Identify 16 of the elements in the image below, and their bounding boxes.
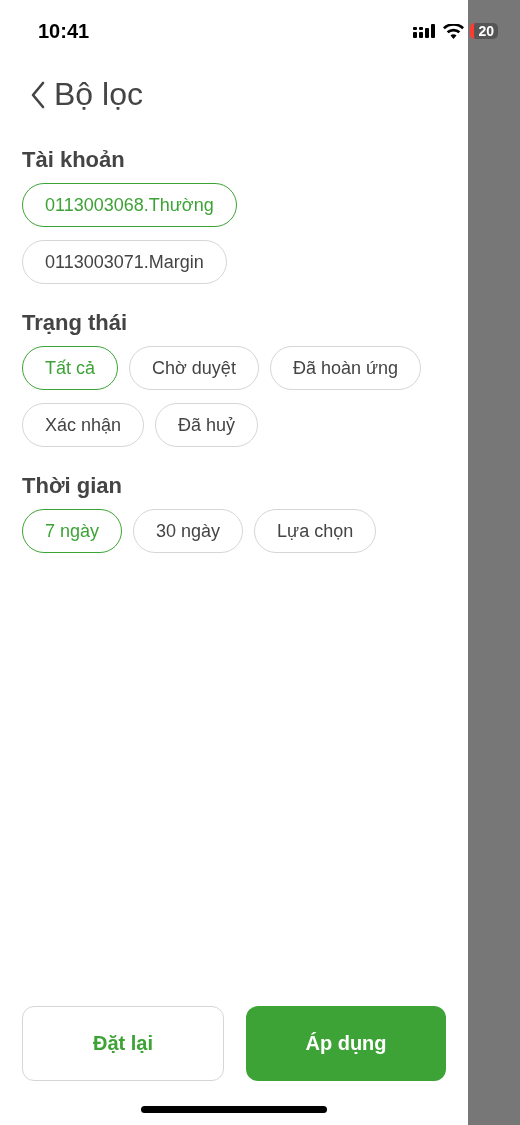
filter-chip[interactable]: Lựa chọn bbox=[254, 509, 377, 553]
section-title: Thời gian bbox=[22, 473, 123, 499]
filter-chip[interactable]: Xác nhận bbox=[22, 403, 145, 447]
battery-icon: 20 bbox=[470, 23, 498, 39]
filter-chip[interactable]: 0113003071.Margin bbox=[22, 240, 227, 284]
filter-chip[interactable]: Đã hoàn ứng bbox=[269, 346, 422, 390]
page-title: Bộ lọc bbox=[54, 76, 143, 113]
filter-chip[interactable]: Đã huỷ bbox=[155, 403, 259, 447]
signal-icon bbox=[413, 24, 438, 38]
back-icon[interactable] bbox=[30, 80, 46, 109]
section-title: Trạng thái bbox=[22, 310, 129, 336]
section-title: Tài khoản bbox=[22, 147, 126, 173]
filter-chip[interactable]: 30 ngày bbox=[133, 509, 244, 553]
filter-chip[interactable]: Chờ duyệt bbox=[129, 346, 259, 390]
status-time: 10:41 bbox=[38, 19, 91, 43]
wifi-icon bbox=[443, 23, 465, 39]
